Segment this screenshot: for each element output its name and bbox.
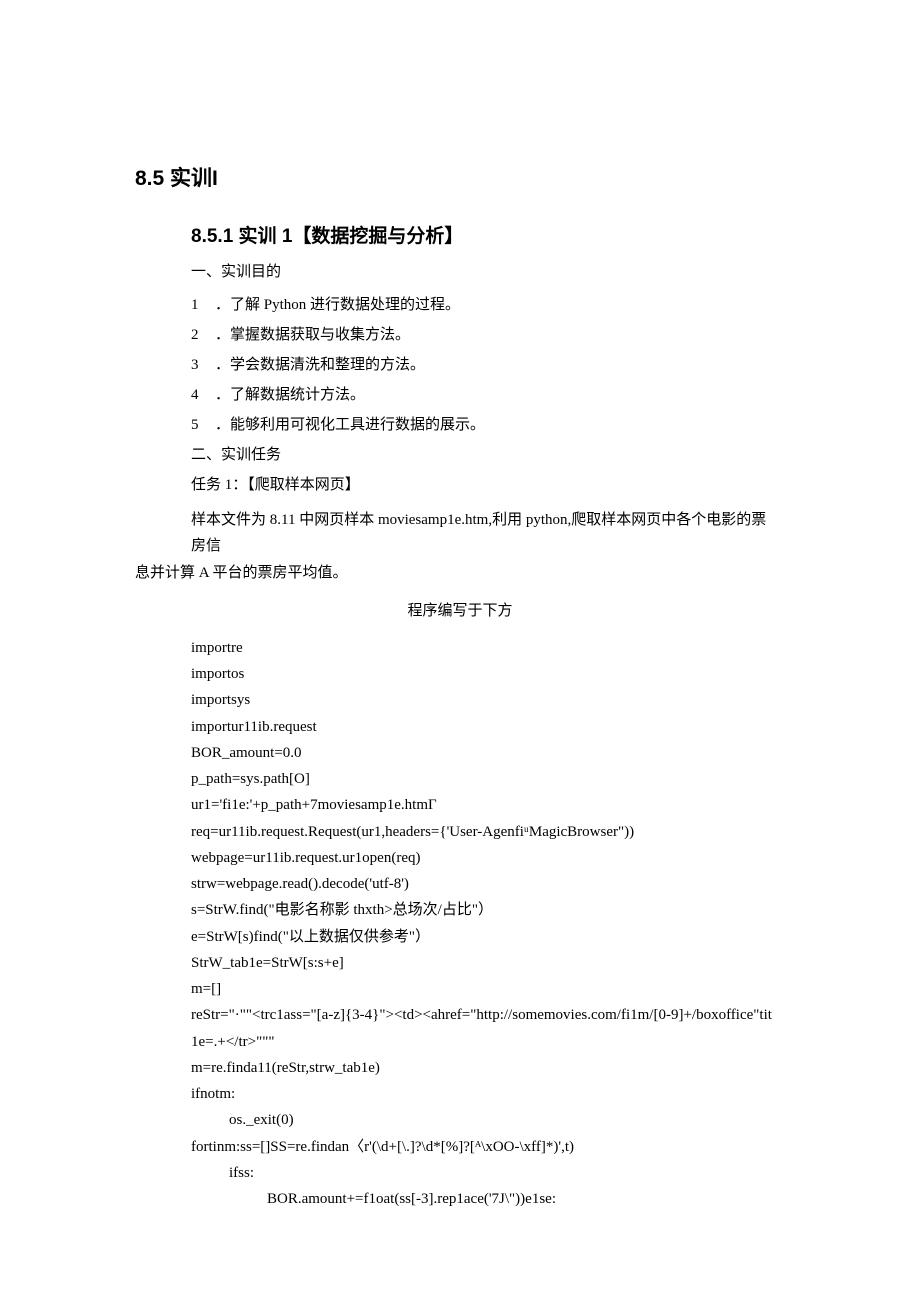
objective-item: 2 ．掌握数据获取与收集方法。 [191, 325, 775, 346]
code-line: importre [191, 635, 775, 661]
objective-item: 4 ．了解数据统计方法。 [191, 385, 775, 406]
code-line: strw=webpage.read().decode('utf-8') [191, 871, 775, 897]
heading-2: 8.5.1 实训 1【数据挖掘与分析】 [191, 227, 775, 246]
code-line: BOR_amount=0.0 [191, 740, 775, 766]
objective-number: 4 [191, 385, 201, 406]
section-objectives-title: 一、实训目的 [191, 265, 775, 280]
code-line: ifnotm: [191, 1081, 775, 1107]
code-line: os._exit(0) [191, 1107, 775, 1133]
objective-text: ．学会数据清洗和整理的方法。 [215, 355, 425, 376]
code-line: ur1='fi1e:'+p_path+7moviesamp1e.htmΓ [191, 792, 775, 818]
objective-text: ．掌握数据获取与收集方法。 [215, 325, 410, 346]
code-caption: 程序编写于下方 [145, 604, 775, 619]
code-line: reStr="·""<trc1ass="[a-z]{3-4}"><td><ahr… [191, 1002, 775, 1055]
code-line: fortinm:ss=[]SS=re.findan〈r'(\d+[\.]?\d*… [191, 1134, 775, 1160]
code-line: BOR.amount+=f1oat(ss[-3].rep1ace('7J\"))… [191, 1186, 775, 1212]
code-line: s=StrW.find("电影名称影 thxth>总场次/占比"） [191, 897, 775, 923]
objective-text: ．能够利用可视化工具进行数据的展示。 [215, 415, 485, 436]
objective-item: 3 ．学会数据清洗和整理的方法。 [191, 355, 775, 376]
objective-number: 2 [191, 325, 201, 346]
task-1-body-line-2: 息并计算 A 平台的票房平均值。 [135, 560, 775, 586]
objective-item: 5 ．能够利用可视化工具进行数据的展示。 [191, 415, 775, 436]
code-line: e=StrW[s)find("以上数据仅供参考"） [191, 924, 775, 950]
code-line: p_path=sys.path[O] [191, 766, 775, 792]
code-line: importsys [191, 687, 775, 713]
code-line: m=[] [191, 976, 775, 1002]
task-1-body-line-1: 样本文件为 8.11 中网页样本 moviesamp1e.htm,利用 pyth… [191, 507, 775, 560]
objective-item: 1 ．了解 Python 进行数据处理的过程。 [191, 295, 775, 316]
code-line: importos [191, 661, 775, 687]
heading-1: 8.5 实训Ι [135, 168, 775, 189]
objectives-list: 1 ．了解 Python 进行数据处理的过程。 2 ．掌握数据获取与收集方法。 3 ．学会… [191, 295, 775, 436]
code-line: webpage=ur11ib.request.ur1open(req) [191, 845, 775, 871]
task-1-title: 任务 1：【爬取样本网页】 [191, 478, 775, 493]
code-line: ifss: [191, 1160, 775, 1186]
objective-number: 1 [191, 295, 201, 316]
code-block: importreimportosimportsysimportur11ib.re… [191, 635, 775, 1213]
section-tasks-title: 二、实训任务 [191, 448, 775, 463]
objective-text: ．了解 Python 进行数据处理的过程。 [215, 295, 460, 316]
code-line: req=ur11ib.request.Request(ur1,headers={… [191, 819, 775, 845]
code-line: importur11ib.request [191, 714, 775, 740]
objective-number: 5 [191, 415, 201, 436]
objective-text: ．了解数据统计方法。 [215, 385, 365, 406]
code-line: StrW_tab1e=StrW[s:s+e] [191, 950, 775, 976]
code-line: m=re.finda11(reStr,strw_tab1e) [191, 1055, 775, 1081]
objective-number: 3 [191, 355, 201, 376]
